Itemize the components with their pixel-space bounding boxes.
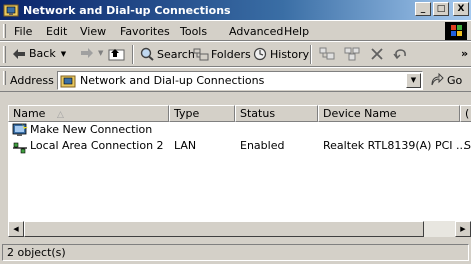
forward-arrow-icon	[81, 48, 93, 58]
status-text: 2 object(s)	[2, 244, 469, 261]
new-connection-icon	[12, 123, 28, 136]
go-label: Go	[447, 73, 463, 87]
toolbar-separator	[132, 45, 134, 64]
window-title: Network and Dial-up Connections	[23, 3, 231, 17]
go-button[interactable]: Go	[430, 73, 462, 87]
back-button[interactable]: Back ▼	[12, 47, 66, 60]
column-header-name[interactable]: Name △	[8, 105, 169, 122]
delete-button[interactable]	[370, 47, 384, 61]
undo-icon	[393, 49, 406, 60]
menu-edit[interactable]: Edit	[46, 25, 67, 38]
delete-icon	[371, 48, 383, 60]
address-value: Network and Dial-up Connections	[80, 74, 265, 87]
close-button[interactable]: X	[453, 2, 469, 16]
scroll-thumb[interactable]	[24, 221, 424, 237]
back-label: Back	[29, 47, 56, 60]
address-dropdown-icon[interactable]: ▼	[406, 73, 421, 88]
history-label: History	[270, 47, 310, 61]
menu-help[interactable]: Help	[284, 25, 309, 38]
lan-connection-icon	[13, 142, 27, 154]
column-header-extra[interactable]: (	[460, 105, 471, 122]
column-header-type[interactable]: Type	[169, 105, 235, 122]
connection-type: LAN	[174, 139, 197, 152]
search-button[interactable]: Search	[139, 47, 195, 61]
connection-status: Enabled	[240, 139, 285, 152]
folders-button[interactable]: Folders	[193, 47, 251, 61]
back-dropdown-icon[interactable]: ▼	[61, 50, 66, 58]
up-folder-icon	[108, 49, 125, 61]
maximize-button[interactable]: □	[433, 2, 449, 16]
minimize-button[interactable]: _	[415, 2, 431, 16]
up-folder-button[interactable]	[108, 47, 126, 61]
menu-tools[interactable]: Tools	[180, 25, 207, 38]
menu-file[interactable]: File	[14, 25, 32, 38]
windows-logo-icon	[445, 22, 467, 40]
undo-button[interactable]	[393, 47, 409, 61]
address-grip[interactable]	[3, 71, 6, 85]
scroll-left-icon[interactable]: ◀	[8, 221, 24, 237]
history-icon	[253, 47, 267, 61]
address-input[interactable]: Network and Dial-up Connections ▼	[57, 71, 423, 90]
folders-icon	[193, 48, 209, 61]
column-header-device-name[interactable]: Device Name	[318, 105, 460, 122]
back-arrow-icon	[13, 48, 25, 59]
menu-grip[interactable]	[3, 24, 6, 38]
toolbar-overflow-button[interactable]: »	[461, 47, 468, 60]
copy-to-icon	[344, 47, 360, 61]
list-item[interactable]: Make New Connection	[8, 123, 471, 138]
forward-button[interactable]: ▼	[80, 47, 103, 59]
network-folder-icon	[3, 4, 19, 17]
network-folder-icon	[60, 75, 76, 88]
toolbar-grip[interactable]	[3, 46, 6, 63]
address-label: Address	[10, 74, 54, 87]
connection-name: Local Area Connection 2	[30, 139, 164, 152]
history-button[interactable]: History	[252, 47, 309, 61]
menu-advanced[interactable]: Advanced	[229, 25, 283, 38]
status-bar: 2 object(s)	[0, 240, 471, 264]
folders-label: Folders	[211, 47, 251, 61]
search-label: Search	[157, 47, 195, 61]
title-bar[interactable]: Network and Dial-up Connections _ □ X	[0, 0, 471, 20]
horizontal-scrollbar[interactable]: ◀ ▶	[8, 221, 471, 237]
go-arrow-icon	[431, 73, 444, 86]
connections-list[interactable]: Name △ Type Status Device Name ( Make Ne…	[8, 105, 471, 235]
list-item[interactable]: Local Area Connection 2 LAN Enabled Real…	[8, 139, 471, 154]
column-header-status[interactable]: Status	[235, 105, 318, 122]
move-to-button[interactable]	[318, 47, 336, 61]
connection-extra: S	[464, 139, 471, 152]
connection-device: Realtek RTL8139(A) PCI ...	[323, 139, 467, 152]
search-icon	[140, 47, 154, 61]
menu-favorites[interactable]: Favorites	[120, 25, 170, 38]
menu-view[interactable]: View	[80, 25, 106, 38]
scroll-right-icon[interactable]: ▶	[455, 221, 471, 237]
address-bar: Address Network and Dial-up Connections …	[0, 67, 471, 92]
connection-name: Make New Connection	[30, 123, 153, 136]
standard-toolbar: Back ▼ ▼ Search Folders History »	[0, 41, 471, 67]
copy-to-button[interactable]	[343, 47, 361, 61]
sort-arrow-icon: △	[56, 110, 64, 120]
move-to-icon	[319, 47, 335, 60]
toolbar-separator	[310, 45, 312, 64]
menu-bar: File Edit View Favorites Tools Advanced …	[0, 20, 471, 41]
forward-dropdown-icon[interactable]: ▼	[98, 49, 103, 57]
